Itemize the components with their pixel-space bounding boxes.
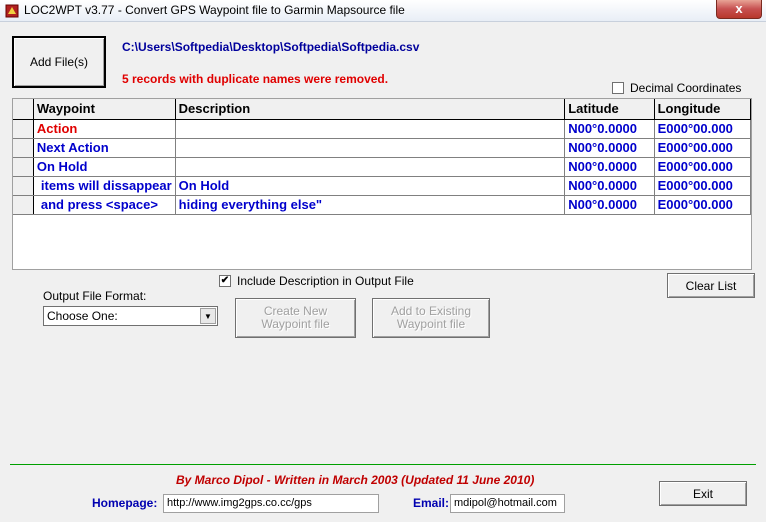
- main-panel: Add File(s) C:\Users\Softpedia\Desktop\S…: [0, 22, 766, 522]
- column-header-longitude[interactable]: Longitude: [654, 99, 751, 120]
- table-row[interactable]: Action N00°0.0000 E000°00.000: [13, 119, 751, 139]
- description-cell[interactable]: hiding everything else": [175, 195, 566, 215]
- email-label: Email:: [413, 496, 450, 510]
- description-cell[interactable]: [175, 138, 566, 158]
- longitude-cell[interactable]: E000°00.000: [654, 176, 751, 196]
- row-selector[interactable]: [13, 195, 34, 215]
- column-header-latitude[interactable]: Latitude: [564, 99, 655, 120]
- email-field[interactable]: mdipol@hotmail.com: [450, 494, 565, 513]
- duplicates-message: 5 records with duplicate names were remo…: [122, 72, 389, 86]
- add-files-label: Add File(s): [29, 55, 88, 69]
- description-cell[interactable]: [175, 119, 566, 139]
- window-title: LOC2WPT v3.77 - Convert GPS Waypoint fil…: [24, 3, 405, 17]
- create-new-waypoint-button[interactable]: Create New Waypoint file: [235, 298, 356, 338]
- longitude-cell[interactable]: E000°00.000: [654, 195, 751, 215]
- checkbox-checked[interactable]: ✔: [219, 275, 231, 287]
- row-selector[interactable]: [13, 138, 34, 158]
- output-format-select[interactable]: Choose One: ▼: [43, 306, 218, 326]
- decimal-coordinates-checkbox[interactable]: Decimal Coordinates: [612, 81, 741, 95]
- longitude-cell[interactable]: E000°00.000: [654, 157, 751, 177]
- add-existing-label: Add to Existing Waypoint file: [390, 304, 472, 331]
- close-icon: x: [735, 1, 743, 16]
- description-cell[interactable]: On Hold: [175, 176, 566, 196]
- app-icon: [5, 4, 19, 18]
- row-selector[interactable]: [13, 157, 34, 177]
- output-format-label: Output File Format:: [43, 289, 147, 303]
- include-description-checkbox[interactable]: ✔ Include Description in Output File: [219, 274, 414, 288]
- add-to-existing-button[interactable]: Add to Existing Waypoint file: [372, 298, 490, 338]
- latitude-cell[interactable]: N00°0.0000: [564, 138, 655, 158]
- row-selector[interactable]: [13, 119, 34, 139]
- table-row[interactable]: items will dissappear On Hold N00°0.0000…: [13, 176, 751, 196]
- exit-label: Exit: [692, 486, 713, 501]
- include-description-label: Include Description in Output File: [237, 274, 414, 288]
- row-selector[interactable]: [13, 176, 34, 196]
- header-row: Waypoint Description Latitude Longitude: [13, 99, 751, 120]
- homepage-field[interactable]: http://www.img2gps.co.cc/gps: [163, 494, 379, 513]
- output-format-value: Choose One:: [47, 309, 118, 323]
- waypoint-table: Waypoint Description Latitude Longitude …: [13, 99, 751, 215]
- waypoint-cell[interactable]: Action: [33, 119, 176, 139]
- homepage-label: Homepage:: [92, 496, 158, 510]
- title-bar[interactable]: LOC2WPT v3.77 - Convert GPS Waypoint fil…: [0, 0, 766, 22]
- description-cell[interactable]: [175, 157, 566, 177]
- longitude-cell[interactable]: E000°00.000: [654, 138, 751, 158]
- column-header-description[interactable]: Description: [175, 99, 566, 120]
- row-selector-header: [13, 99, 34, 120]
- close-button[interactable]: x: [716, 0, 762, 19]
- decimal-coordinates-label: Decimal Coordinates: [630, 81, 742, 95]
- table-row[interactable]: and press <space> hiding everything else…: [13, 195, 751, 215]
- waypoint-cell[interactable]: On Hold: [33, 157, 176, 177]
- checkbox-box[interactable]: [612, 82, 624, 94]
- waypoint-cell[interactable]: and press <space>: [33, 195, 176, 215]
- latitude-cell[interactable]: N00°0.0000: [564, 157, 655, 177]
- chevron-down-icon[interactable]: ▼: [200, 308, 216, 324]
- waypoint-cell[interactable]: items will dissappear: [33, 176, 176, 196]
- exit-button[interactable]: Exit: [659, 481, 747, 506]
- clear-list-button[interactable]: Clear List: [667, 273, 755, 298]
- create-new-label: Create New Waypoint file: [261, 304, 330, 331]
- latitude-cell[interactable]: N00°0.0000: [564, 119, 655, 139]
- credits-text: By Marco Dipol - Written in March 2003 (…: [176, 473, 535, 487]
- table-row[interactable]: Next Action N00°0.0000 E000°00.000: [13, 138, 751, 158]
- table-row[interactable]: On Hold N00°0.0000 E000°00.000: [13, 157, 751, 177]
- add-files-button[interactable]: Add File(s): [12, 36, 106, 88]
- longitude-cell[interactable]: E000°00.000: [654, 119, 751, 139]
- latitude-cell[interactable]: N00°0.0000: [564, 195, 655, 215]
- clear-list-label: Clear List: [685, 278, 737, 293]
- separator-line: [10, 464, 756, 465]
- waypoint-grid[interactable]: Waypoint Description Latitude Longitude …: [12, 98, 752, 270]
- column-header-waypoint[interactable]: Waypoint: [33, 99, 176, 120]
- waypoint-cell[interactable]: Next Action: [33, 138, 176, 158]
- latitude-cell[interactable]: N00°0.0000: [564, 176, 655, 196]
- file-path-label: C:\Users\Softpedia\Desktop\Softpedia\Sof…: [122, 40, 420, 54]
